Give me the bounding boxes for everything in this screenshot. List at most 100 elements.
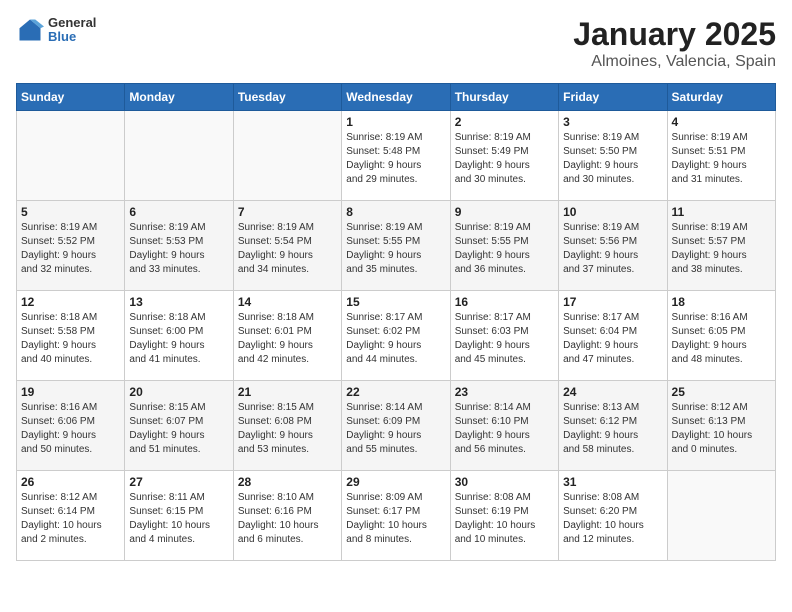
day-info: Sunrise: 8:18 AM Sunset: 6:01 PM Dayligh… bbox=[238, 311, 337, 367]
day-info: Sunrise: 8:12 AM Sunset: 6:14 PM Dayligh… bbox=[21, 491, 120, 547]
day-info: Sunrise: 8:14 AM Sunset: 6:10 PM Dayligh… bbox=[455, 401, 554, 457]
calendar-cell: 22 Sunrise: 8:14 AM Sunset: 6:09 PM Dayli… bbox=[342, 381, 450, 471]
day-info: Sunrise: 8:11 AM Sunset: 6:15 PM Dayligh… bbox=[129, 491, 228, 547]
calendar-cell: 24 Sunrise: 8:13 AM Sunset: 6:12 PM Dayli… bbox=[559, 381, 667, 471]
day-number: 29 bbox=[346, 475, 445, 489]
day-number: 21 bbox=[238, 385, 337, 399]
calendar-cell: 30Sunrise: 8:08 AM Sunset: 6:19 PM Dayli… bbox=[450, 471, 558, 561]
day-info: Sunrise: 8:19 AM Sunset: 5:53 PM Dayligh… bbox=[129, 221, 228, 277]
weekday-header: Wednesday bbox=[342, 84, 450, 111]
calendar-week-row: 26 Sunrise: 8:12 AM Sunset: 6:14 PM Dayli… bbox=[17, 471, 776, 561]
calendar-cell: 3Sunrise: 8:19 AM Sunset: 5:50 PM Daylig… bbox=[559, 111, 667, 201]
logo-icon bbox=[16, 16, 44, 44]
weekday-header-row: SundayMondayTuesdayWednesdayThursdayFrid… bbox=[17, 84, 776, 111]
calendar-cell: 16 Sunrise: 8:17 AM Sunset: 6:03 PM Dayli… bbox=[450, 291, 558, 381]
calendar-week-row: 12 Sunrise: 8:18 AM Sunset: 5:58 PM Dayli… bbox=[17, 291, 776, 381]
day-number: 22 bbox=[346, 385, 445, 399]
logo-general-label: General bbox=[48, 16, 96, 30]
calendar-body: 1Sunrise: 8:19 AM Sunset: 5:48 PM Daylig… bbox=[17, 111, 776, 561]
logo-text: General Blue bbox=[48, 16, 96, 45]
day-number: 2 bbox=[455, 115, 554, 129]
day-info: Sunrise: 8:19 AM Sunset: 5:52 PM Dayligh… bbox=[21, 221, 120, 277]
day-number: 13 bbox=[129, 295, 228, 309]
calendar-cell: 26 Sunrise: 8:12 AM Sunset: 6:14 PM Dayli… bbox=[17, 471, 125, 561]
weekday-header: Thursday bbox=[450, 84, 558, 111]
day-number: 19 bbox=[21, 385, 120, 399]
day-number: 12 bbox=[21, 295, 120, 309]
calendar-cell: 18Sunrise: 8:16 AM Sunset: 6:05 PM Dayli… bbox=[667, 291, 775, 381]
day-info: Sunrise: 8:19 AM Sunset: 5:49 PM Dayligh… bbox=[455, 131, 554, 187]
page-header: General Blue January 2025 Almoines, Vale… bbox=[16, 16, 776, 71]
calendar-header: SundayMondayTuesdayWednesdayThursdayFrid… bbox=[17, 84, 776, 111]
calendar-cell: 10 Sunrise: 8:19 AM Sunset: 5:56 PM Dayli… bbox=[559, 201, 667, 291]
calendar-cell bbox=[233, 111, 341, 201]
weekday-header: Sunday bbox=[17, 84, 125, 111]
day-info: Sunrise: 8:15 AM Sunset: 6:07 PM Dayligh… bbox=[129, 401, 228, 457]
calendar-cell: 7Sunrise: 8:19 AM Sunset: 5:54 PM Daylig… bbox=[233, 201, 341, 291]
day-info: Sunrise: 8:19 AM Sunset: 5:51 PM Dayligh… bbox=[672, 131, 771, 187]
calendar-cell bbox=[17, 111, 125, 201]
weekday-header: Tuesday bbox=[233, 84, 341, 111]
day-number: 4 bbox=[672, 115, 771, 129]
calendar-cell: 9Sunrise: 8:19 AM Sunset: 5:55 PM Daylig… bbox=[450, 201, 558, 291]
calendar-cell: 4 Sunrise: 8:19 AM Sunset: 5:51 PM Daylig… bbox=[667, 111, 775, 201]
calendar-cell: 29 Sunrise: 8:09 AM Sunset: 6:17 PM Dayli… bbox=[342, 471, 450, 561]
day-number: 14 bbox=[238, 295, 337, 309]
calendar-cell: 6Sunrise: 8:19 AM Sunset: 5:53 PM Daylig… bbox=[125, 201, 233, 291]
day-info: Sunrise: 8:17 AM Sunset: 6:03 PM Dayligh… bbox=[455, 311, 554, 367]
day-info: Sunrise: 8:14 AM Sunset: 6:09 PM Dayligh… bbox=[346, 401, 445, 457]
day-info: Sunrise: 8:19 AM Sunset: 5:56 PM Dayligh… bbox=[563, 221, 662, 277]
day-info: Sunrise: 8:10 AM Sunset: 6:16 PM Dayligh… bbox=[238, 491, 337, 547]
day-number: 26 bbox=[21, 475, 120, 489]
calendar-cell: 25Sunrise: 8:12 AM Sunset: 6:13 PM Dayli… bbox=[667, 381, 775, 471]
day-number: 1 bbox=[346, 115, 445, 129]
day-info: Sunrise: 8:18 AM Sunset: 6:00 PM Dayligh… bbox=[129, 311, 228, 367]
calendar-week-row: 1Sunrise: 8:19 AM Sunset: 5:48 PM Daylig… bbox=[17, 111, 776, 201]
day-info: Sunrise: 8:12 AM Sunset: 6:13 PM Dayligh… bbox=[672, 401, 771, 457]
calendar-cell: 5 Sunrise: 8:19 AM Sunset: 5:52 PM Daylig… bbox=[17, 201, 125, 291]
day-number: 28 bbox=[238, 475, 337, 489]
calendar-cell bbox=[125, 111, 233, 201]
calendar-cell: 20Sunrise: 8:15 AM Sunset: 6:07 PM Dayli… bbox=[125, 381, 233, 471]
day-info: Sunrise: 8:17 AM Sunset: 6:04 PM Dayligh… bbox=[563, 311, 662, 367]
day-number: 16 bbox=[455, 295, 554, 309]
weekday-header: Monday bbox=[125, 84, 233, 111]
day-number: 3 bbox=[563, 115, 662, 129]
calendar-cell: 17Sunrise: 8:17 AM Sunset: 6:04 PM Dayli… bbox=[559, 291, 667, 381]
day-info: Sunrise: 8:19 AM Sunset: 5:57 PM Dayligh… bbox=[672, 221, 771, 277]
calendar-cell: 23 Sunrise: 8:14 AM Sunset: 6:10 PM Dayli… bbox=[450, 381, 558, 471]
calendar-table: SundayMondayTuesdayWednesdayThursdayFrid… bbox=[16, 83, 776, 561]
calendar-cell: 27 Sunrise: 8:11 AM Sunset: 6:15 PM Dayli… bbox=[125, 471, 233, 561]
calendar-cell: 14 Sunrise: 8:18 AM Sunset: 6:01 PM Dayli… bbox=[233, 291, 341, 381]
weekday-header: Saturday bbox=[667, 84, 775, 111]
day-info: Sunrise: 8:16 AM Sunset: 6:05 PM Dayligh… bbox=[672, 311, 771, 367]
day-number: 11 bbox=[672, 205, 771, 219]
day-info: Sunrise: 8:08 AM Sunset: 6:19 PM Dayligh… bbox=[455, 491, 554, 547]
day-number: 24 bbox=[563, 385, 662, 399]
weekday-header: Friday bbox=[559, 84, 667, 111]
day-info: Sunrise: 8:13 AM Sunset: 6:12 PM Dayligh… bbox=[563, 401, 662, 457]
calendar-week-row: 5 Sunrise: 8:19 AM Sunset: 5:52 PM Daylig… bbox=[17, 201, 776, 291]
day-number: 31 bbox=[563, 475, 662, 489]
calendar-cell: 28 Sunrise: 8:10 AM Sunset: 6:16 PM Dayli… bbox=[233, 471, 341, 561]
day-number: 10 bbox=[563, 205, 662, 219]
day-number: 5 bbox=[21, 205, 120, 219]
day-number: 7 bbox=[238, 205, 337, 219]
day-number: 27 bbox=[129, 475, 228, 489]
calendar-cell: 31Sunrise: 8:08 AM Sunset: 6:20 PM Dayli… bbox=[559, 471, 667, 561]
day-number: 9 bbox=[455, 205, 554, 219]
day-number: 15 bbox=[346, 295, 445, 309]
day-info: Sunrise: 8:09 AM Sunset: 6:17 PM Dayligh… bbox=[346, 491, 445, 547]
logo-blue-label: Blue bbox=[48, 30, 96, 44]
calendar-cell: 11 Sunrise: 8:19 AM Sunset: 5:57 PM Dayli… bbox=[667, 201, 775, 291]
calendar-cell: 21 Sunrise: 8:15 AM Sunset: 6:08 PM Dayli… bbox=[233, 381, 341, 471]
calendar-cell bbox=[667, 471, 775, 561]
day-info: Sunrise: 8:18 AM Sunset: 5:58 PM Dayligh… bbox=[21, 311, 120, 367]
calendar-cell: 19 Sunrise: 8:16 AM Sunset: 6:06 PM Dayli… bbox=[17, 381, 125, 471]
day-info: Sunrise: 8:16 AM Sunset: 6:06 PM Dayligh… bbox=[21, 401, 120, 457]
title-block: January 2025 Almoines, Valencia, Spain bbox=[573, 16, 776, 71]
calendar-cell: 2 Sunrise: 8:19 AM Sunset: 5:49 PM Daylig… bbox=[450, 111, 558, 201]
day-number: 23 bbox=[455, 385, 554, 399]
day-info: Sunrise: 8:15 AM Sunset: 6:08 PM Dayligh… bbox=[238, 401, 337, 457]
calendar-cell: 12 Sunrise: 8:18 AM Sunset: 5:58 PM Dayli… bbox=[17, 291, 125, 381]
